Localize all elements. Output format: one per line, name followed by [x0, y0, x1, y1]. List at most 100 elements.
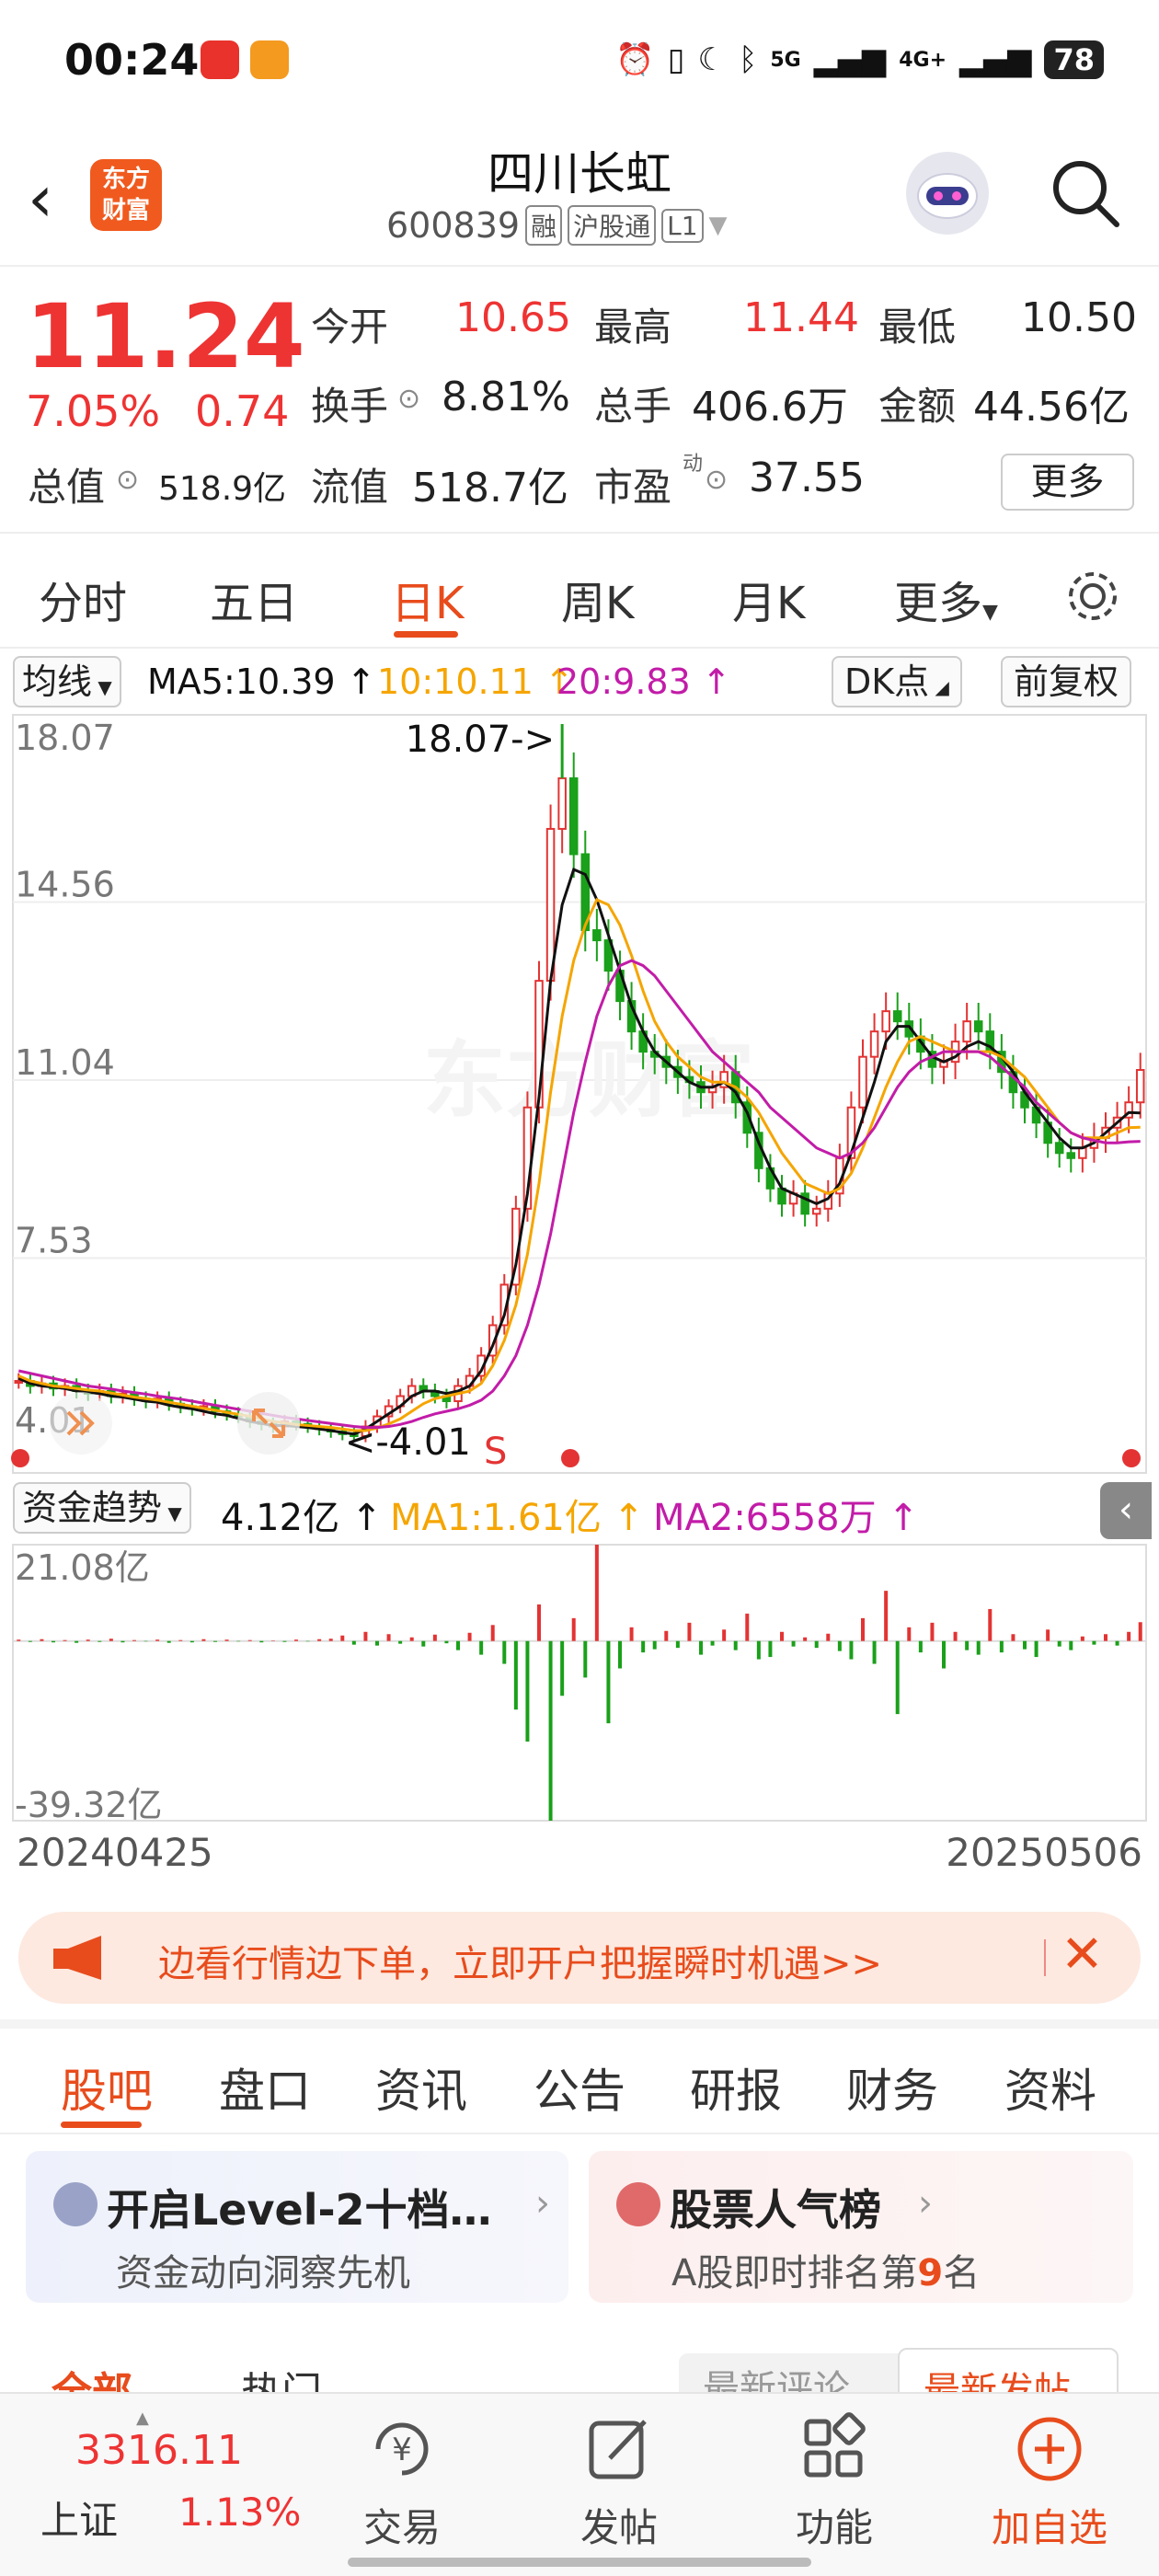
change-percent: 7.05% [26, 386, 161, 436]
ma-select[interactable]: 均线 ▼ [13, 656, 121, 707]
ma20-value: 20:9.83 ↑ [557, 661, 731, 702]
ma10-value: 10:10.11 ↑ [377, 661, 574, 702]
nav-trade[interactable]: ¥ 交易 [333, 2412, 471, 2553]
index-value: 3316.11 [75, 2427, 243, 2474]
section-separator [0, 2019, 1159, 2029]
candle-body [1135, 1068, 1145, 1104]
nav-add-label: 加自选 [991, 2505, 1107, 2550]
stock-code-row[interactable]: 600839 融 沪股通 L1 ▼ [386, 205, 728, 246]
tab-weekly-k[interactable]: 周K [561, 567, 634, 631]
info-icon[interactable]: ⊙ [705, 464, 728, 496]
open-label: 今开 [311, 305, 389, 350]
tab-guba[interactable]: 股吧 [61, 2054, 153, 2121]
adjust-button[interactable]: 前复权 [1001, 656, 1132, 707]
tab-more[interactable]: 更多▼ [894, 567, 998, 631]
dk-point-button[interactable]: DK点 ◢ [832, 656, 962, 707]
candle-body [592, 929, 602, 942]
signal-dot [561, 1449, 580, 1467]
caret-down-icon: ▼ [162, 1502, 182, 1524]
tab-five-day[interactable]: 五日 [210, 567, 298, 631]
turnover-value: 8.81% [442, 374, 570, 420]
grid-icon [804, 2412, 866, 2478]
candle-body [568, 776, 579, 856]
margin-tag: 融 [525, 205, 563, 246]
signal-icon-2: ▂▄▆ [959, 41, 1032, 78]
candle-body [1078, 1146, 1087, 1159]
rank-suffix: 名 [943, 2252, 981, 2294]
kline-chart[interactable]: 18.0714.5611.047.534.01东方财富18.07-><-4.01… [0, 713, 1159, 1477]
rank-prefix: A股即时排名第 [671, 2252, 918, 2294]
tab-profile[interactable]: 资料 [1004, 2054, 1096, 2121]
feed-tab-hot[interactable]: 热门 [241, 2359, 322, 2392]
close-icon[interactable]: ✕ [1061, 1925, 1104, 1984]
flow-select[interactable]: 资金趋势 ▼ [13, 1482, 191, 1534]
promo-banner[interactable]: 边看行情边下单，立即开户把握瞬时机遇>> ✕ [18, 1912, 1141, 2004]
nav-post[interactable]: 发帖 [550, 2412, 688, 2553]
low-label: 最低 [878, 305, 957, 350]
collapse-arrow-icon[interactable]: ‹ [1100, 1482, 1152, 1539]
float-cap-value: 518.7亿 [412, 465, 568, 512]
level2-card[interactable]: 开启Level-2十档… 资金动向洞察先机 › [26, 2151, 568, 2303]
float-cap-label: 流值 [311, 465, 389, 510]
caret-down-icon: ▼ [92, 676, 112, 698]
feed-tab-all[interactable]: 全部 [52, 2359, 132, 2392]
index-pct: 1.13% [178, 2490, 302, 2535]
dnd-moon-icon: ☾ [697, 41, 726, 78]
level-tag: L1 [661, 208, 704, 243]
last-price: 11.24 [26, 285, 305, 388]
flow-select-label: 资金趋势 [22, 1488, 163, 1528]
active-tab-indicator [394, 631, 458, 638]
candle-body [557, 776, 567, 830]
info-icon[interactable]: ⊙ [397, 383, 420, 415]
home-indicator [348, 2558, 811, 2567]
flow-ma1: MA1:1.61亿 ↑ [390, 1497, 645, 1539]
turnover-label: 换手 [311, 384, 389, 429]
tab-order-book[interactable]: 盘口 [219, 2054, 311, 2121]
pe-dynamic-sup: 动 [683, 453, 704, 476]
tab-daily-k[interactable]: 日K [391, 567, 464, 631]
feed-tabs: 全部 热门 最新评论 最新发帖 [0, 2346, 1159, 2392]
ranking-icon [616, 2182, 660, 2226]
compose-icon [589, 2420, 647, 2479]
start-date: 20240425 [17, 1830, 213, 1875]
candle-body [811, 1207, 821, 1215]
tab-monthly-k[interactable]: 月K [732, 567, 805, 631]
nav-add-watchlist[interactable]: 加自选 [981, 2412, 1119, 2553]
more-quote-button[interactable]: 更多 [1001, 454, 1134, 511]
tab-financials[interactable]: 财务 [846, 2054, 938, 2121]
tab-news[interactable]: 资讯 [375, 2054, 467, 2121]
feed-sort-latest-post[interactable]: 最新发帖 [898, 2348, 1119, 2392]
corner-icon: ◢ [929, 676, 949, 698]
candle-body [858, 1055, 867, 1109]
ma5-line [17, 867, 1141, 1436]
info-icon[interactable]: ⊙ [116, 464, 139, 496]
level2-title: 开启Level-2十档… [107, 2185, 492, 2235]
tab-announcements[interactable]: 公告 [534, 2054, 625, 2121]
nav-post-label: 发帖 [580, 2505, 658, 2550]
low-value: 10.50 [1021, 294, 1137, 341]
y-axis-label: 11.04 [15, 1042, 115, 1083]
candle-body [14, 1379, 24, 1384]
level2-icon [53, 2182, 98, 2226]
index-widget[interactable]: ▲ 3316.11 上证 1.13% [37, 2409, 301, 2545]
index-name: 上证 [40, 2498, 119, 2543]
feed-sort-latest-comment[interactable]: 最新评论 [679, 2353, 900, 2392]
banner-text: 边看行情边下单，立即开户把握瞬时机遇>> [158, 1943, 883, 1985]
chevron-right-icon: › [535, 2182, 550, 2225]
tab-intraday[interactable]: 分时 [39, 567, 127, 631]
volume-label: 总手 [594, 384, 672, 429]
popularity-card[interactable]: 股票人气榜 › A股即时排名第9名 [589, 2151, 1133, 2303]
settings-gear-icon[interactable] [1063, 567, 1122, 626]
candle-body [881, 1010, 890, 1033]
change-amount: 0.74 [195, 386, 290, 436]
fund-flow-chart[interactable]: 21.08亿 -39.32亿 [0, 1543, 1159, 1823]
search-icon[interactable] [1049, 156, 1122, 230]
alarm-icon: ⏰ [615, 41, 655, 78]
nav-functions[interactable]: 功能 [765, 2412, 903, 2553]
flow-value: 4.12亿 ↑ [221, 1497, 383, 1539]
assistant-robot-avatar[interactable] [906, 152, 989, 235]
tab-research[interactable]: 研报 [690, 2054, 782, 2121]
battery-indicator: 78 [1044, 40, 1104, 79]
amount-value: 44.56亿 [973, 384, 1130, 431]
status-bar: 00:24 ⏰ ▯ ☾ ᛒ 5G ▂▄▆ 4G+ ▂▄▆ 78 [0, 0, 1159, 124]
